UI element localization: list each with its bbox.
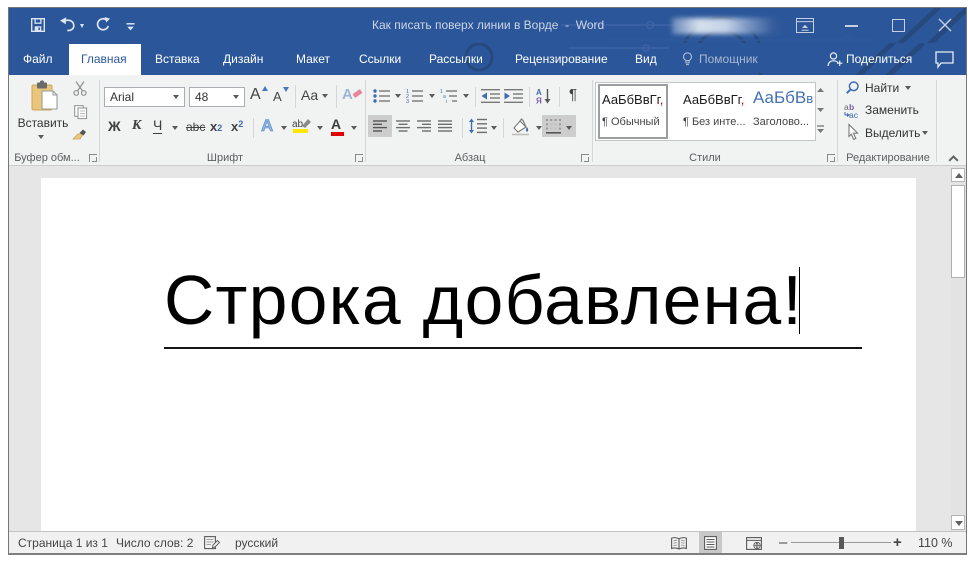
svg-text:ac: ac xyxy=(849,110,859,120)
svg-text:i: i xyxy=(446,99,447,105)
svg-text:Я: Я xyxy=(536,97,542,106)
svg-text:3: 3 xyxy=(406,99,409,105)
svg-text:ab: ab xyxy=(292,119,304,130)
